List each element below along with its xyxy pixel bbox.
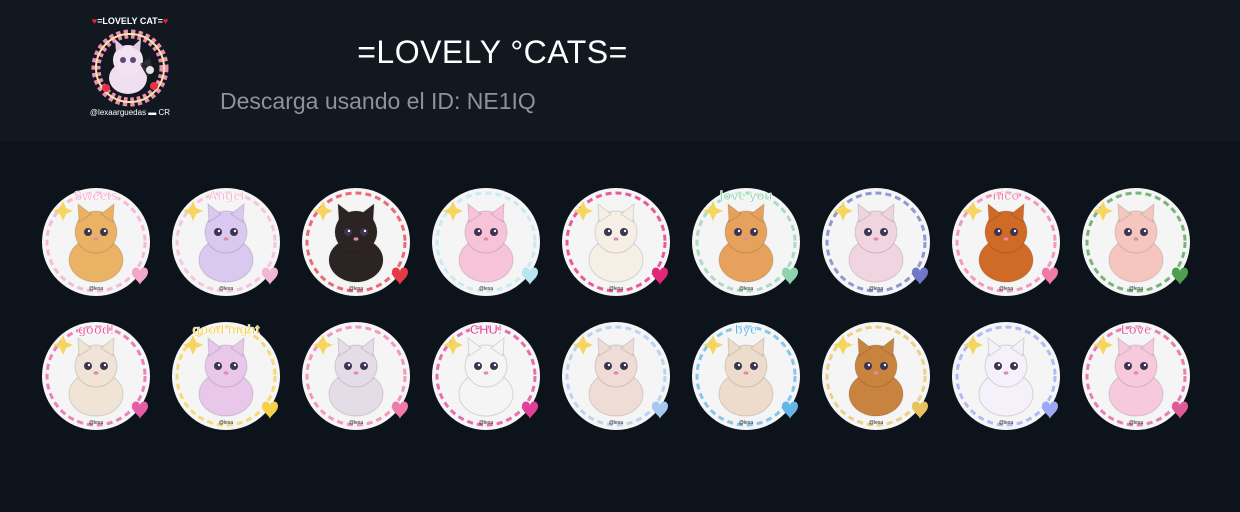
sticker-puppy-nico[interactable]: nico @lexa — [944, 178, 1068, 302]
svg-text:@lexa: @lexa — [349, 420, 363, 426]
download-id-text: Descarga usando el ID: NE1IQ — [220, 88, 536, 114]
svg-text:@lexa: @lexa — [999, 286, 1013, 292]
svg-text:@lexa: @lexa — [609, 420, 623, 426]
svg-text:good night: good night — [192, 322, 260, 337]
pack-title: =LOVELY °CATS= — [357, 34, 628, 70]
svg-text:@lexa: @lexa — [219, 286, 233, 292]
pack-thumbnail-art-icon — [91, 29, 169, 107]
sticker-kitten-good-night[interactable]: good night @lexa — [164, 312, 288, 436]
sticker-pony-crown[interactable]: @lexa — [814, 312, 938, 436]
sticker-puppy-love-you[interactable]: love you @lexa — [684, 178, 808, 302]
svg-text:@lexa: @lexa — [739, 286, 753, 292]
sticker-unicorn[interactable]: @lexa — [944, 312, 1068, 436]
bunny-basket-icon: @lexa — [1082, 188, 1190, 296]
svg-text:@lexa: @lexa — [739, 420, 753, 426]
sticker-kitten-flowers[interactable]: @lexa — [294, 312, 418, 436]
svg-text:love you: love you — [720, 188, 773, 203]
thumb-caption-bottom: @lexaarguedas ▬ CR — [89, 108, 171, 117]
svg-text:@lexa: @lexa — [479, 420, 493, 426]
svg-text:@lexa: @lexa — [869, 286, 883, 292]
sticker-kitten-chu[interactable]: CHU! @lexa — [424, 312, 548, 436]
svg-text:@lexa: @lexa — [219, 420, 233, 426]
sticker-kitten-angel-moon[interactable]: Angel @lexa — [164, 178, 288, 302]
pack-header: ♥=LOVELY CAT=♥ @lexaarguedas ▬ CR =LOVEL… — [0, 0, 1240, 141]
kitten-stars-icon: @lexa — [822, 188, 930, 296]
sticker-bunny-basket[interactable]: @lexa — [1074, 178, 1198, 302]
svg-text:CHU!: CHU! — [470, 322, 503, 337]
puppy-nico-icon: nico @lexa — [952, 188, 1060, 296]
svg-text:nico: nico — [993, 188, 1020, 203]
svg-text:@lexa: @lexa — [89, 420, 103, 426]
sticker-black-kitten-apple[interactable]: @lexa — [294, 178, 418, 302]
pack-thumbnail: ♥=LOVELY CAT=♥ @lexaarguedas ▬ CR — [82, 14, 178, 122]
sticker-kitten-good[interactable]: good! @lexa — [34, 312, 158, 436]
puppy-hearts-icon: love you @lexa — [692, 188, 800, 296]
kitten-moon-icon: good night @lexa — [172, 322, 280, 430]
pony-icon: @lexa — [822, 322, 930, 430]
svg-text:@lexa: @lexa — [479, 286, 493, 292]
svg-text:@lexa: @lexa — [1129, 420, 1143, 426]
kitten-moon-wreath-icon: Angel @lexa — [172, 188, 280, 296]
svg-text:@lexa: @lexa — [869, 420, 883, 426]
svg-text:bye: bye — [735, 322, 757, 337]
sticker-kitten-night-sky[interactable]: @lexa — [814, 178, 938, 302]
sticker-kitten-crown-bow[interactable]: @lexa — [554, 178, 678, 302]
svg-text:@lexa: @lexa — [999, 420, 1013, 426]
rainbow-icon: @lexa — [432, 188, 540, 296]
kitten-crown-icon: @lexa — [562, 188, 670, 296]
sticker-kitten-pearl-frame[interactable]: @lexa — [554, 312, 678, 436]
svg-text:Sweets: Sweets — [74, 188, 119, 203]
svg-text:good!: good! — [78, 322, 114, 337]
kitten-bye-icon: bye @lexa — [692, 322, 800, 430]
svg-text:@lexa: @lexa — [1129, 286, 1143, 292]
svg-text:@lexa: @lexa — [349, 286, 363, 292]
sticker-love-lipstick[interactable]: Love @lexa — [1074, 312, 1198, 436]
sticker-rainbow[interactable]: @lexa — [424, 178, 548, 302]
sticker-puppy-sweets[interactable]: Sweets @lexa — [34, 178, 158, 302]
kitten-flowers-icon: @lexa — [302, 322, 410, 430]
black-kitten-icon: @lexa — [302, 188, 410, 296]
svg-text:Love: Love — [1121, 322, 1151, 337]
unicorn-icon: @lexa — [952, 322, 1060, 430]
kitten-good-icon: good! @lexa — [42, 322, 150, 430]
puppy-cupcake-icon: Sweets @lexa — [42, 188, 150, 296]
svg-text:@lexa: @lexa — [89, 286, 103, 292]
thumb-caption-top: ♥=LOVELY CAT=♥ — [91, 16, 169, 26]
svg-text:Angel: Angel — [208, 188, 244, 203]
svg-text:@lexa: @lexa — [609, 286, 623, 292]
kitten-frame-icon: @lexa — [562, 322, 670, 430]
sticker-kitten-bye[interactable]: bye @lexa — [684, 312, 808, 436]
lipstick-icon: Love @lexa — [1082, 322, 1190, 430]
kitten-kiss-icon: CHU! @lexa — [432, 322, 540, 430]
